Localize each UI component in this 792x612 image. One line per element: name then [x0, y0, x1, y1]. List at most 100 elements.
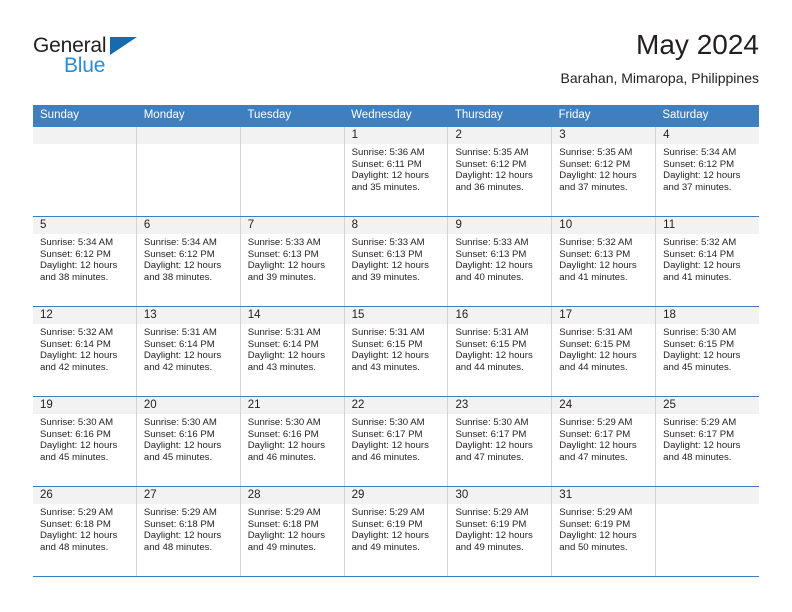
- day-number: [240, 127, 344, 144]
- calendar-day-cell[interactable]: 6 Sunrise: 5:34 AM Sunset: 6:12 PM Daylight…: [135, 217, 240, 306]
- sunrise-text: Sunrise: 5:36 AM: [351, 147, 425, 158]
- calendar-day-cell[interactable]: 23 Sunrise: 5:30 AM Sunset: 6:17 PM Dayligh…: [447, 397, 552, 486]
- calendar-day-cell[interactable]: 4 Sunrise: 5:34 AM Sunset: 6:12 PM Daylight…: [655, 127, 760, 216]
- day-sun-info: Sunrise: 5:29 AM Sunset: 6:17 PM Daylight:…: [656, 414, 759, 463]
- day-number: [656, 487, 760, 504]
- sunset-text: Sunset: 6:12 PM: [40, 248, 111, 260]
- day-number: [33, 127, 136, 144]
- day-number: 3: [552, 127, 656, 144]
- day-sun-info: Sunrise: 5:30 AM Sunset: 6:16 PM Daylight:…: [241, 414, 344, 463]
- calendar-day-cell[interactable]: 18 Sunrise: 5:30 AM Sunset: 6:15 PM Dayligh…: [655, 307, 760, 396]
- calendar-day-cell[interactable]: 25 Sunrise: 5:29 AM Sunset: 6:17 PM Dayligh…: [655, 397, 760, 486]
- day-sun-info: Sunrise: 5:33 AM Sunset: 6:13 PM Daylight:…: [345, 234, 448, 283]
- sunset-text: Sunset: 6:19 PM: [351, 518, 423, 530]
- calendar-day-cell[interactable]: 1 Sunrise: 5:36 AM Sunset: 6:11 PM Daylight…: [343, 127, 448, 216]
- day-sun-info: Sunrise: 5:35 AM Sunset: 6:12 PM Daylight:…: [448, 144, 551, 193]
- sunset-text: Sunset: 6:15 PM: [559, 338, 631, 350]
- sunset-text: Sunset: 6:19 PM: [559, 518, 631, 530]
- title-block: May 2024 Barahan, Mimaropa, Philippines: [561, 28, 759, 88]
- calendar-day-cell[interactable]: 14 Sunrise: 5:31 AM Sunset: 6:14 PM Dayligh…: [239, 307, 344, 396]
- calendar-day-cell-empty: [135, 127, 240, 216]
- calendar-day-cell[interactable]: 16 Sunrise: 5:31 AM Sunset: 6:15 PM Dayligh…: [447, 307, 552, 396]
- sunrise-text: Sunrise: 5:29 AM: [351, 507, 425, 518]
- day-sun-info: Sunrise: 5:32 AM Sunset: 6:14 PM Daylight:…: [656, 234, 759, 283]
- sunrise-text: Sunrise: 5:33 AM: [247, 237, 321, 248]
- daylight-text-line1: Daylight: 12 hours: [455, 440, 533, 452]
- calendar-day-cell[interactable]: 9 Sunrise: 5:33 AM Sunset: 6:13 PM Daylight…: [447, 217, 552, 306]
- calendar-day-cell[interactable]: 2 Sunrise: 5:35 AM Sunset: 6:12 PM Daylight…: [447, 127, 552, 216]
- daylight-text-line2: and 39 minutes.: [351, 271, 420, 283]
- daylight-text-line1: Daylight: 12 hours: [559, 350, 637, 362]
- day-number: 4: [656, 127, 760, 144]
- calendar-day-cell[interactable]: 31 Sunrise: 5:29 AM Sunset: 6:19 PM Dayligh…: [551, 487, 656, 576]
- calendar-day-cell[interactable]: 22 Sunrise: 5:30 AM Sunset: 6:17 PM Dayligh…: [343, 397, 448, 486]
- sunrise-text: Sunrise: 5:31 AM: [143, 327, 217, 338]
- general-blue-logo[interactable]: General Blue: [33, 34, 263, 90]
- day-number: 22: [344, 397, 448, 414]
- sunrise-text: Sunrise: 5:29 AM: [559, 507, 633, 518]
- daylight-text-line1: Daylight: 12 hours: [40, 260, 118, 272]
- calendar-day-cell[interactable]: 21 Sunrise: 5:30 AM Sunset: 6:16 PM Dayligh…: [239, 397, 344, 486]
- sunset-text: Sunset: 6:12 PM: [663, 158, 735, 170]
- day-number: 30: [448, 487, 552, 504]
- calendar-day-cell[interactable]: 15 Sunrise: 5:31 AM Sunset: 6:15 PM Dayligh…: [343, 307, 448, 396]
- day-sun-info: Sunrise: 5:33 AM Sunset: 6:13 PM Daylight:…: [241, 234, 344, 283]
- calendar-day-cell[interactable]: 24 Sunrise: 5:29 AM Sunset: 6:17 PM Dayligh…: [551, 397, 656, 486]
- calendar-day-cell[interactable]: 13 Sunrise: 5:31 AM Sunset: 6:14 PM Dayligh…: [135, 307, 240, 396]
- daylight-text-line2: and 49 minutes.: [455, 541, 524, 553]
- calendar-day-cell[interactable]: 10 Sunrise: 5:32 AM Sunset: 6:13 PM Dayligh…: [551, 217, 656, 306]
- daylight-text-line2: and 41 minutes.: [559, 271, 628, 283]
- calendar-day-cell[interactable]: 26 Sunrise: 5:29 AM Sunset: 6:18 PM Dayligh…: [33, 487, 136, 576]
- calendar-day-cell[interactable]: 5 Sunrise: 5:34 AM Sunset: 6:12 PM Daylight…: [33, 217, 136, 306]
- sunrise-text: Sunrise: 5:34 AM: [40, 237, 114, 248]
- calendar-day-cell[interactable]: 3 Sunrise: 5:35 AM Sunset: 6:12 PM Daylight…: [551, 127, 656, 216]
- sunset-text: Sunset: 6:19 PM: [455, 518, 527, 530]
- logo-text-blue: Blue: [64, 54, 106, 77]
- calendar-day-cell[interactable]: 29 Sunrise: 5:29 AM Sunset: 6:19 PM Dayligh…: [343, 487, 448, 576]
- calendar-day-cell[interactable]: 11 Sunrise: 5:32 AM Sunset: 6:14 PM Dayligh…: [655, 217, 760, 306]
- daylight-text-line2: and 48 minutes.: [143, 541, 213, 553]
- calendar-day-cell[interactable]: 12 Sunrise: 5:32 AM Sunset: 6:14 PM Dayligh…: [33, 307, 136, 396]
- calendar-day-cell[interactable]: 30 Sunrise: 5:29 AM Sunset: 6:19 PM Dayligh…: [447, 487, 552, 576]
- day-number: 9: [448, 217, 552, 234]
- calendar-day-cell[interactable]: 8 Sunrise: 5:33 AM Sunset: 6:13 PM Daylight…: [343, 217, 448, 306]
- calendar-day-cell[interactable]: 28 Sunrise: 5:29 AM Sunset: 6:18 PM Dayligh…: [239, 487, 344, 576]
- sunrise-text: Sunrise: 5:30 AM: [663, 327, 737, 338]
- sunrise-text: Sunrise: 5:30 AM: [455, 417, 529, 428]
- calendar-day-cell[interactable]: 20 Sunrise: 5:30 AM Sunset: 6:16 PM Dayligh…: [135, 397, 240, 486]
- daylight-text-line1: Daylight: 12 hours: [663, 260, 741, 272]
- day-number: 23: [448, 397, 552, 414]
- sunrise-text: Sunrise: 5:30 AM: [247, 417, 321, 428]
- sunset-text: Sunset: 6:16 PM: [143, 428, 215, 440]
- calendar-day-cell[interactable]: 27 Sunrise: 5:29 AM Sunset: 6:18 PM Dayligh…: [135, 487, 240, 576]
- calendar-day-cell[interactable]: 19 Sunrise: 5:30 AM Sunset: 6:16 PM Dayligh…: [33, 397, 136, 486]
- day-number: 21: [240, 397, 344, 414]
- sunset-text: Sunset: 6:12 PM: [455, 158, 527, 170]
- page-title: May 2024: [636, 29, 759, 60]
- page-header: General Blue May 2024 Barahan, Mimaropa,…: [33, 28, 759, 98]
- calendar-day-cell[interactable]: 7 Sunrise: 5:33 AM Sunset: 6:13 PM Daylight…: [239, 217, 344, 306]
- calendar-day-cell[interactable]: 17 Sunrise: 5:31 AM Sunset: 6:15 PM Dayligh…: [551, 307, 656, 396]
- daylight-text-line2: and 40 minutes.: [455, 271, 524, 283]
- daylight-text-line2: and 45 minutes.: [143, 451, 213, 463]
- sunrise-text: Sunrise: 5:32 AM: [663, 237, 737, 248]
- day-number: 31: [552, 487, 656, 504]
- daylight-text-line1: Daylight: 12 hours: [143, 530, 222, 542]
- sunset-text: Sunset: 6:14 PM: [40, 338, 111, 350]
- day-sun-info: Sunrise: 5:29 AM Sunset: 6:19 PM Daylight:…: [345, 504, 448, 553]
- day-number: 24: [552, 397, 656, 414]
- weekday-header-sunday: Sunday: [40, 109, 80, 121]
- sunset-text: Sunset: 6:16 PM: [40, 428, 111, 440]
- daylight-text-line2: and 50 minutes.: [559, 541, 628, 553]
- daylight-text-line1: Daylight: 12 hours: [143, 260, 222, 272]
- daylight-text-line2: and 47 minutes.: [559, 451, 628, 463]
- daylight-text-line1: Daylight: 12 hours: [247, 350, 326, 362]
- day-sun-info: Sunrise: 5:32 AM Sunset: 6:14 PM Daylight:…: [33, 324, 136, 373]
- weekday-header-saturday: Saturday: [662, 109, 709, 121]
- day-sun-info: Sunrise: 5:30 AM Sunset: 6:16 PM Daylight:…: [137, 414, 240, 463]
- daylight-text-line1: Daylight: 12 hours: [559, 440, 637, 452]
- day-sun-info: Sunrise: 5:34 AM Sunset: 6:12 PM Daylight:…: [656, 144, 759, 193]
- daylight-text-line2: and 44 minutes.: [559, 361, 628, 373]
- day-sun-info: Sunrise: 5:34 AM Sunset: 6:12 PM Daylight:…: [33, 234, 136, 283]
- day-number: 10: [552, 217, 656, 234]
